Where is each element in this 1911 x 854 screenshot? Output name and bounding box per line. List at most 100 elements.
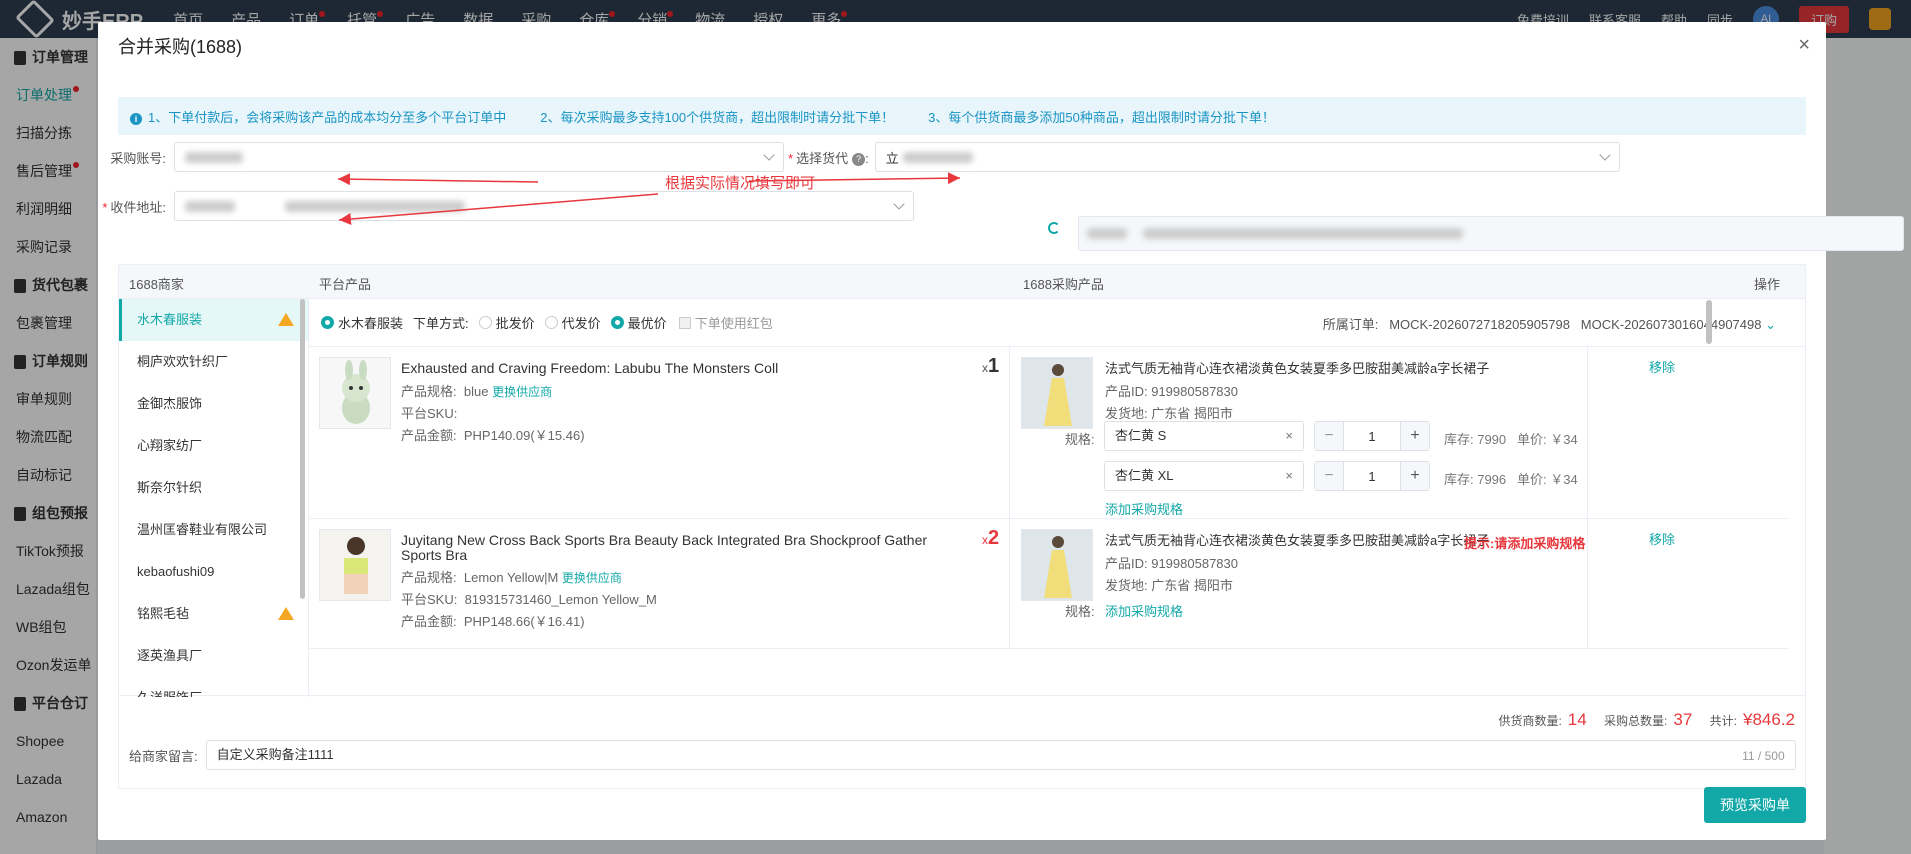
quantity-badge: x2	[982, 527, 1000, 549]
dress-image	[1022, 358, 1092, 428]
mode-label: 下单方式:	[413, 316, 469, 331]
remove-link[interactable]: 移除	[1649, 529, 1675, 548]
add-spec-hint: 提示:请添加采购规格	[1464, 536, 1586, 551]
address-display	[1078, 216, 1904, 251]
preview-purchase-button[interactable]: 预览采购单	[1704, 787, 1806, 823]
opt-dropship[interactable]: 代发价	[562, 313, 601, 332]
address-row: * 收件地址:	[100, 191, 914, 221]
radio-best[interactable]	[610, 316, 624, 329]
account-label: 采购账号:	[110, 150, 166, 166]
message-counter: 11 / 500	[1742, 749, 1785, 763]
platform-product-spec: 产品规格: Lemon Yellow|M 更换供应商	[401, 570, 622, 585]
platform-product-title[interactable]: Exhausted and Craving Freedom: Labubu Th…	[401, 361, 781, 376]
column-divider	[1009, 519, 1010, 648]
radio-dropship[interactable]	[544, 316, 558, 329]
account-value-blurred	[185, 151, 243, 163]
close-icon[interactable]: ×	[1285, 422, 1293, 450]
minus-icon[interactable]: −	[1315, 462, 1343, 490]
purchase-product-origin: 发货地: 广东省 揭阳市	[1105, 578, 1233, 593]
product-row-1: Exhausted and Craving Freedom: Labubu Th…	[309, 347, 1789, 519]
merchant-item[interactable]: kebaofushi09	[119, 551, 308, 593]
platform-sku: 平台SKU:	[401, 406, 458, 421]
merchant-item[interactable]: 逐英渔具厂	[119, 635, 308, 677]
forwarder-select[interactable]: 立	[874, 142, 1620, 172]
refresh-icon[interactable]	[1048, 222, 1060, 234]
add-spec-link[interactable]: 添加采购规格	[1105, 499, 1183, 518]
warning-icon	[278, 313, 294, 326]
purchase-product-id: 产品ID: 919980587830	[1105, 384, 1238, 399]
scrollbar[interactable]	[1706, 300, 1712, 344]
merchant-name: 铭熙毛毡	[137, 606, 190, 621]
merchant-item[interactable]: 心翔家纺厂	[119, 425, 308, 467]
purchase-footer: 供货商数量: 14 采购总数量: 37 共计: ¥846.2 给商家留言: 自定义采购…	[118, 696, 1806, 789]
merchant-radio[interactable]	[321, 316, 334, 329]
merchant-name: 桐庐欢欢针织厂	[137, 354, 229, 369]
opt-best[interactable]: 最优价	[628, 313, 667, 332]
platform-product-title[interactable]: Juyitang New Cross Back Sports Bra Beaut…	[401, 533, 961, 563]
merchant-item[interactable]: 斯奈尔针织	[119, 467, 308, 509]
minus-icon[interactable]: −	[1315, 422, 1343, 450]
platform-amount: 产品金额: PHP148.66(￥16.41)	[401, 614, 585, 629]
spec-label: 规格:	[1065, 432, 1095, 447]
quantity-value-1[interactable]: 1	[1343, 422, 1401, 450]
header-action: 操作	[1754, 277, 1781, 292]
add-spec-link[interactable]: 添加采购规格	[1105, 601, 1183, 620]
merchant-item[interactable]: 水木春服装	[119, 299, 308, 341]
merchant-item[interactable]: 温州匡睿鞋业有限公司	[119, 509, 308, 551]
merchant-item[interactable]: 铭熙毛毡	[119, 593, 308, 635]
account-select[interactable]	[174, 142, 784, 172]
warning-icon	[278, 607, 294, 620]
merchant-name: 温州匡睿鞋业有限公司	[137, 522, 268, 537]
merchant-name: 水木春服装	[137, 312, 203, 327]
merchant-item[interactable]: 金御杰服饰	[119, 383, 308, 425]
labubu-image	[342, 360, 370, 424]
plus-icon[interactable]: +	[1401, 462, 1429, 490]
radio-wholesale[interactable]	[478, 316, 492, 329]
purchase-summary: 供货商数量: 14 采购总数量: 37 共计: ¥846.2	[1498, 710, 1795, 730]
order-id-2[interactable]: MOCK-2026073016044907498	[1581, 317, 1762, 332]
column-divider	[1587, 347, 1588, 518]
merge-purchase-modal: 合并采购(1688) × i 1、下单付款后，会将采购该产品的成本均分至多个平台订…	[98, 22, 1904, 840]
platform-product-image	[319, 529, 391, 601]
opt-wholesale[interactable]: 批发价	[496, 313, 535, 332]
quantity-stepper-1[interactable]: −1 +	[1314, 421, 1430, 451]
notice-1: i 1、下单付款后，会将采购该产品的成本均分至多个平台订单中	[130, 107, 506, 126]
merchant-message-input[interactable]: 自定义采购备注1111 11 / 500	[205, 740, 1796, 770]
redpack-label: 下单使用红包	[694, 316, 773, 331]
purchase-product-title[interactable]: 法式气质无袖背心连衣裙淡黄色女装夏季多巴胺甜美减龄a字长裙子	[1105, 361, 1489, 376]
merchant-item[interactable]: 桐庐欢欢针织厂	[119, 341, 308, 383]
forwarder-row: * 选择货代?: 立	[788, 142, 1620, 172]
total-count-label: 采购总数量:	[1604, 714, 1668, 728]
purchase-product-title[interactable]: 法式气质无袖背心连衣裙淡黄色女装夏季多巴胺甜美减龄a字长裙子	[1105, 533, 1489, 548]
redpack-checkbox[interactable]	[678, 316, 691, 329]
quantity-stepper-2[interactable]: −1 +	[1314, 461, 1430, 491]
total-sum: ¥846.2	[1743, 710, 1795, 729]
spec-tag-2[interactable]: 杏仁黄 XL ×	[1104, 461, 1304, 491]
info-icon: i	[130, 112, 142, 125]
order-id-1[interactable]: MOCK-2026072718205905798	[1389, 317, 1570, 332]
column-divider	[1587, 519, 1588, 648]
product-row-2: Juyitang New Cross Back Sports Bra Beaut…	[309, 519, 1789, 649]
quantity-value-2[interactable]: 1	[1343, 462, 1401, 490]
sum-label: 共计:	[1709, 714, 1737, 728]
message-label: 给商家留言:	[129, 748, 198, 764]
column-divider	[1009, 347, 1010, 518]
scrollbar[interactable]	[300, 299, 305, 599]
close-icon[interactable]: ×	[1285, 462, 1293, 490]
spec-tag-1[interactable]: 杏仁黄 S ×	[1104, 421, 1304, 451]
sports-bra-image	[320, 530, 390, 600]
close-icon[interactable]: ×	[1798, 34, 1810, 57]
merchant-item[interactable]: 久洋服饰厂	[119, 677, 308, 697]
message-value[interactable]: 自定义采购备注1111	[217, 747, 334, 762]
chevron-down-icon[interactable]: ⌄	[1765, 317, 1776, 332]
address-select[interactable]	[174, 191, 914, 221]
question-icon[interactable]: ?	[852, 152, 866, 166]
remove-link[interactable]: 移除	[1649, 357, 1675, 376]
notice-bar: i 1、下单付款后，会将采购该产品的成本均分至多个平台订单中 2、每次采购最多支持…	[118, 97, 1806, 135]
plus-icon[interactable]: +	[1401, 422, 1429, 450]
merchant-list[interactable]: 水木春服装桐庐欢欢针织厂金御杰服饰 心翔家纺厂 斯奈尔针织温州匡睿鞋业有限公司 keb…	[119, 299, 309, 697]
address-blur-1	[185, 200, 235, 212]
change-supplier-link[interactable]: 更换供应商	[562, 571, 622, 585]
purchase-product-image	[1021, 357, 1093, 429]
change-supplier-link[interactable]: 更换供应商	[492, 385, 552, 399]
